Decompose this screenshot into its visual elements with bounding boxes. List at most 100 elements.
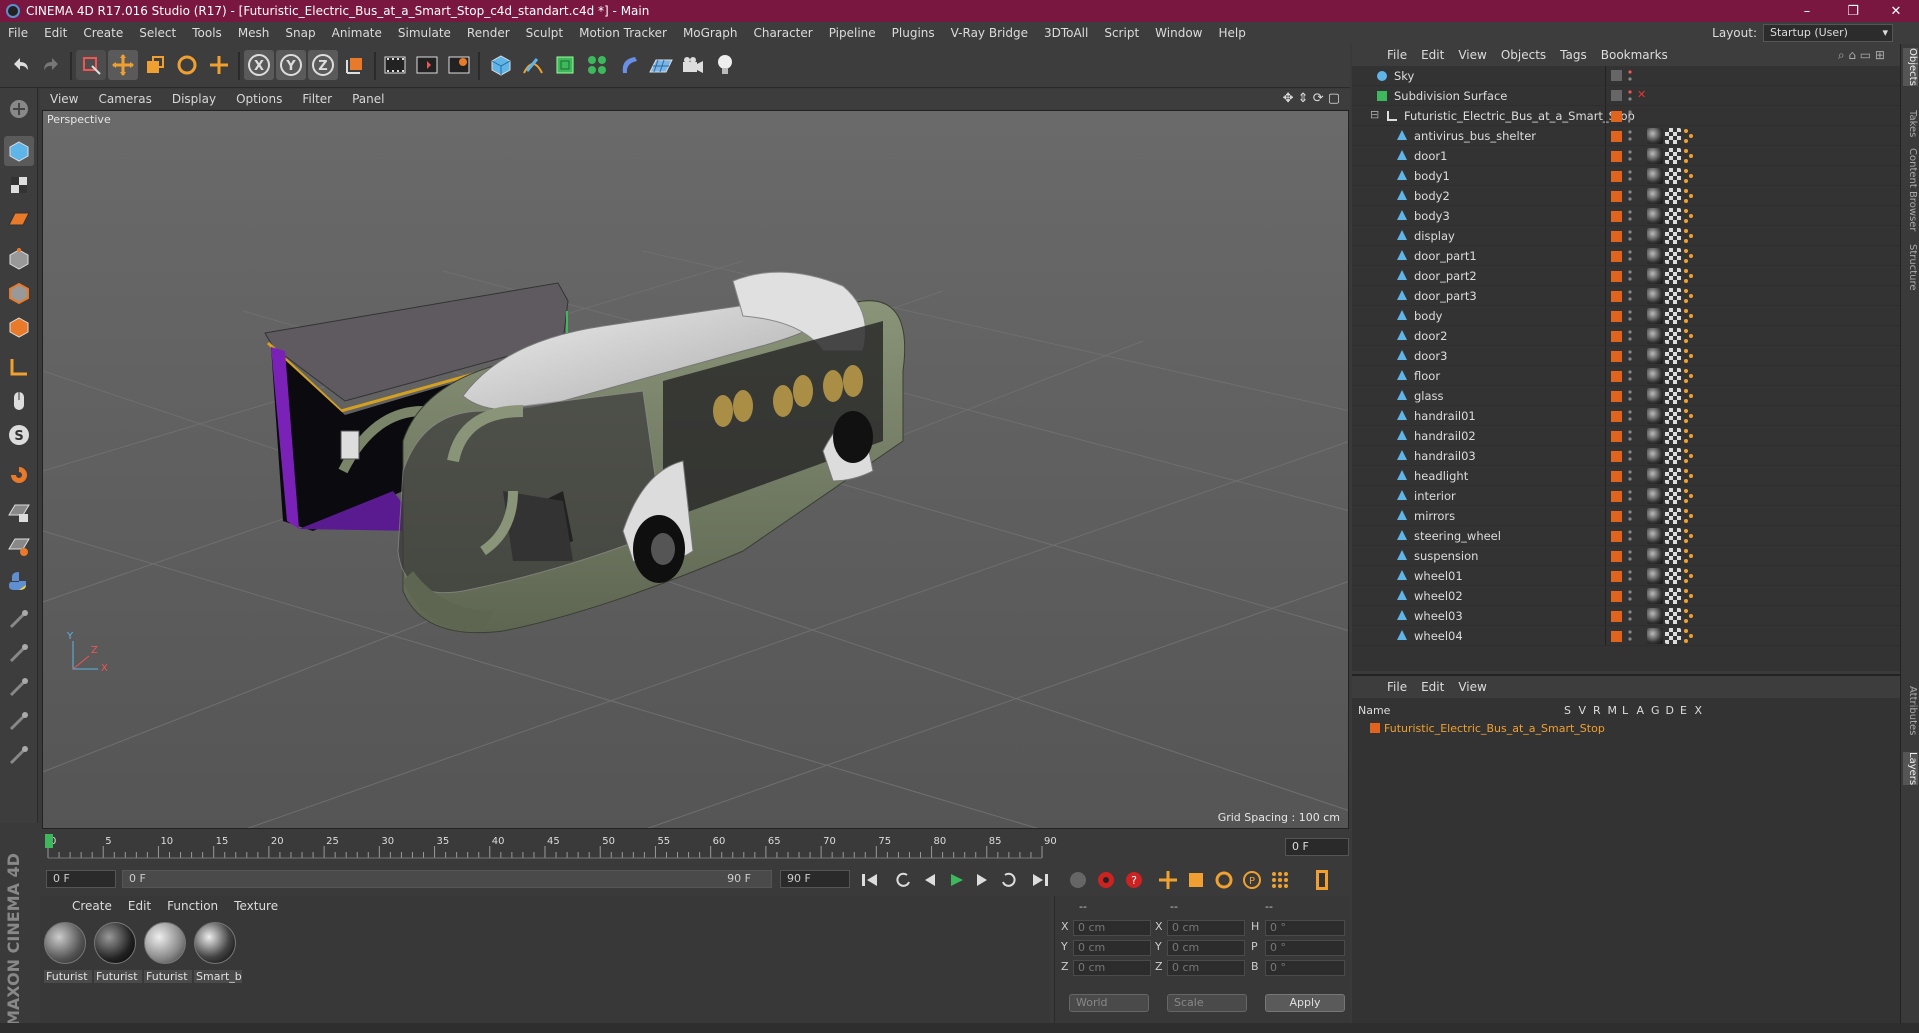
phong-tag-icon[interactable] bbox=[1683, 508, 1695, 524]
layer-color-swatch[interactable] bbox=[1611, 191, 1622, 202]
axis-mode-icon[interactable] bbox=[4, 352, 34, 382]
layer-color-swatch[interactable] bbox=[1611, 111, 1622, 122]
phong-tag-icon[interactable] bbox=[1683, 468, 1695, 484]
menu-vray-bridge[interactable]: V-Ray Bridge bbox=[943, 22, 1036, 44]
menu-pipeline[interactable]: Pipeline bbox=[821, 22, 884, 44]
object-row[interactable]: handrail03 bbox=[1352, 446, 1900, 466]
material-swatch-1[interactable]: Futurist bbox=[44, 922, 92, 983]
sculpt-grab-icon[interactable] bbox=[4, 740, 34, 770]
layer-color-swatch[interactable] bbox=[1611, 431, 1622, 442]
object-row[interactable]: door3 bbox=[1352, 346, 1900, 366]
play-forward-icon[interactable] bbox=[944, 868, 968, 892]
phong-tag-icon[interactable] bbox=[1683, 388, 1695, 404]
layer-color-swatch[interactable] bbox=[1611, 571, 1622, 582]
menu-snap[interactable]: Snap bbox=[277, 22, 323, 44]
object-name[interactable]: body1 bbox=[1414, 169, 1450, 183]
material-tag-icon[interactable] bbox=[1647, 388, 1663, 404]
material-menu-edit[interactable]: Edit bbox=[120, 899, 159, 913]
phong-tag-icon[interactable] bbox=[1683, 548, 1695, 564]
texture-tag-icon[interactable] bbox=[1665, 488, 1681, 504]
menu-window[interactable]: Window bbox=[1147, 22, 1210, 44]
object-row[interactable]: mirrors bbox=[1352, 506, 1900, 526]
material-tag-icon[interactable] bbox=[1647, 288, 1663, 304]
menu-character[interactable]: Character bbox=[745, 22, 820, 44]
tab-layers[interactable]: Layers bbox=[1903, 752, 1918, 786]
object-name[interactable]: floor bbox=[1414, 369, 1440, 383]
object-name[interactable]: handrail01 bbox=[1414, 409, 1476, 423]
menu-script[interactable]: Script bbox=[1096, 22, 1147, 44]
object-row[interactable]: wheel02 bbox=[1352, 586, 1900, 606]
object-name[interactable]: steering_wheel bbox=[1414, 529, 1501, 543]
frame-range-slider[interactable]: 0 F 90 F bbox=[122, 870, 772, 888]
sculpt-inflate-icon[interactable] bbox=[4, 706, 34, 736]
layer-col-header[interactable]: A bbox=[1637, 704, 1645, 717]
object-name[interactable]: body2 bbox=[1414, 189, 1450, 203]
texture-tag-icon[interactable] bbox=[1665, 468, 1681, 484]
object-name[interactable]: door3 bbox=[1414, 349, 1447, 363]
layer-color-swatch[interactable] bbox=[1611, 291, 1622, 302]
object-name[interactable]: door_part1 bbox=[1414, 249, 1477, 263]
viewport-nav-icons[interactable]: ✥ ⇕ ⟳ ▢ bbox=[1283, 91, 1340, 106]
texture-tag-icon[interactable] bbox=[1665, 548, 1681, 564]
phong-tag-icon[interactable] bbox=[1683, 228, 1695, 244]
edges-mode-icon[interactable] bbox=[4, 278, 34, 308]
model-mode-icon[interactable] bbox=[4, 136, 34, 166]
make-editable-icon[interactable] bbox=[4, 94, 34, 124]
visibility-dots-icon[interactable] bbox=[1628, 289, 1632, 303]
phong-tag-icon[interactable] bbox=[1683, 488, 1695, 504]
object-name[interactable]: interior bbox=[1414, 489, 1456, 503]
material-tag-icon[interactable] bbox=[1647, 368, 1663, 384]
menu-render[interactable]: Render bbox=[459, 22, 518, 44]
visibility-dots-icon[interactable] bbox=[1628, 229, 1632, 243]
live-selection-button[interactable] bbox=[76, 50, 106, 80]
material-tag-icon[interactable] bbox=[1647, 428, 1663, 444]
material-menu-create[interactable]: Create bbox=[64, 899, 120, 913]
visibility-dots-icon[interactable] bbox=[1628, 489, 1632, 503]
render-picture-viewer-button[interactable] bbox=[412, 50, 442, 80]
camera-icon[interactable] bbox=[678, 50, 708, 80]
texture-tag-icon[interactable] bbox=[1665, 528, 1681, 544]
layer-color-swatch[interactable] bbox=[1611, 231, 1622, 242]
previous-frame-icon[interactable] bbox=[918, 868, 942, 892]
solo-mode-icon[interactable]: S bbox=[4, 420, 34, 450]
search-icon[interactable]: ⌕ ⌂ ▭ ⊞ bbox=[1831, 48, 1892, 63]
object-row[interactable]: door_part1 bbox=[1352, 246, 1900, 266]
sculpt-brush-icon[interactable] bbox=[4, 604, 34, 634]
render-view-button[interactable] bbox=[380, 50, 410, 80]
planar-workplane-icon[interactable] bbox=[4, 532, 34, 562]
material-menu-function[interactable]: Function bbox=[159, 899, 226, 913]
objmenu-view[interactable]: View bbox=[1451, 48, 1493, 62]
phong-tag-icon[interactable] bbox=[1683, 188, 1695, 204]
object-row[interactable]: glass bbox=[1352, 386, 1900, 406]
key-parameter-icon[interactable]: P bbox=[1240, 868, 1264, 892]
mograph-cloner-icon[interactable] bbox=[582, 50, 612, 80]
layer-col-header[interactable]: X bbox=[1695, 704, 1703, 717]
phong-tag-icon[interactable] bbox=[1683, 348, 1695, 364]
cube-object-icon[interactable] bbox=[486, 50, 516, 80]
material-tag-icon[interactable] bbox=[1647, 468, 1663, 484]
menu-motion-tracker[interactable]: Motion Tracker bbox=[571, 22, 675, 44]
object-row[interactable]: steering_wheel bbox=[1352, 526, 1900, 546]
pen-spline-icon[interactable] bbox=[518, 50, 548, 80]
material-swatch-2[interactable]: Futurist bbox=[94, 922, 142, 983]
object-row[interactable]: body bbox=[1352, 306, 1900, 326]
object-name[interactable]: wheel02 bbox=[1414, 589, 1463, 603]
texture-tag-icon[interactable] bbox=[1665, 188, 1681, 204]
object-row[interactable]: headlight bbox=[1352, 466, 1900, 486]
object-name[interactable]: suspension bbox=[1414, 549, 1478, 563]
texture-tag-icon[interactable] bbox=[1665, 288, 1681, 304]
layer-col-header[interactable]: S bbox=[1564, 704, 1571, 717]
phong-tag-icon[interactable] bbox=[1683, 568, 1695, 584]
layer-color-swatch[interactable] bbox=[1370, 723, 1380, 733]
object-row[interactable]: Sky bbox=[1352, 66, 1900, 86]
menu-help[interactable]: Help bbox=[1210, 22, 1253, 44]
layer-col-header[interactable]: D bbox=[1666, 704, 1674, 717]
layer-color-swatch[interactable] bbox=[1611, 451, 1622, 462]
layer-color-swatch[interactable] bbox=[1611, 351, 1622, 362]
visibility-dots-icon[interactable] bbox=[1628, 169, 1632, 183]
autokeying-icon[interactable] bbox=[1094, 868, 1118, 892]
viewport-menu-filter[interactable]: Filter bbox=[292, 92, 342, 106]
menu-mesh[interactable]: Mesh bbox=[230, 22, 278, 44]
phong-tag-icon[interactable] bbox=[1683, 608, 1695, 624]
object-name[interactable]: wheel01 bbox=[1414, 569, 1463, 583]
